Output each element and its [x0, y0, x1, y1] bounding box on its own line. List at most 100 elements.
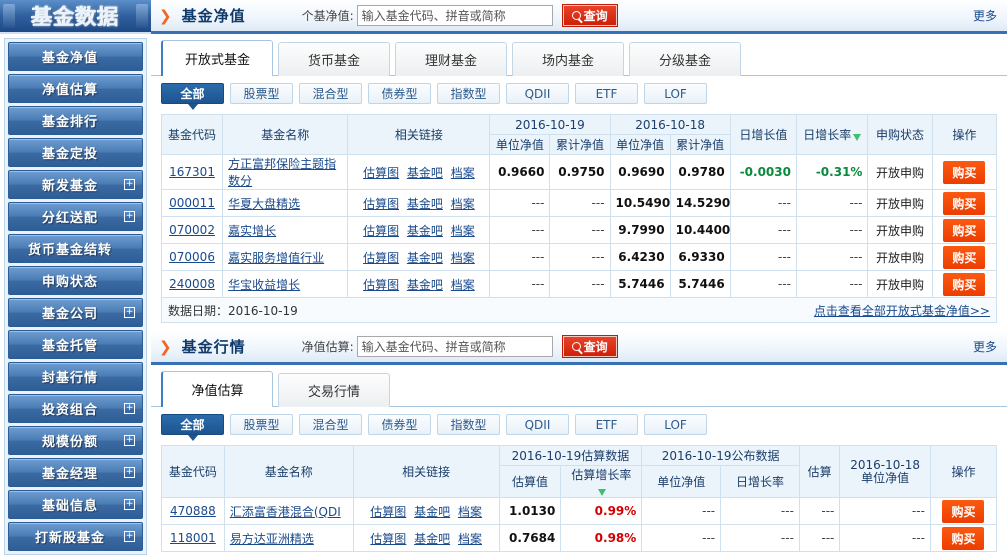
related-link-3[interactable]: 档案: [451, 166, 475, 180]
fund-name-link[interactable]: 汇添富香港混合(QDI: [230, 505, 341, 519]
subtab-2[interactable]: 股票型: [230, 414, 293, 435]
fund-code-link[interactable]: 000011: [169, 196, 215, 210]
th-acc-nav-b[interactable]: 累计净值: [669, 134, 731, 155]
related-link-2[interactable]: 基金吧: [407, 197, 443, 211]
related-link-2[interactable]: 基金吧: [407, 278, 443, 292]
th2-code[interactable]: 基金代码: [161, 445, 225, 498]
th-growth-rate[interactable]: 日增长率: [795, 114, 869, 155]
site-logo[interactable]: 基金数据: [0, 0, 151, 34]
sidebar-item-11[interactable]: 封基行情+: [8, 362, 143, 391]
fund-name-link[interactable]: 华夏大盘精选: [228, 197, 300, 211]
tab-2[interactable]: 交易行情: [278, 373, 390, 407]
th2-prev-nav[interactable]: 2016-10-18 单位净值: [839, 445, 931, 498]
subtab-5[interactable]: 指数型: [437, 83, 500, 104]
subtab-4[interactable]: 债券型: [368, 414, 431, 435]
sidebar-item-2[interactable]: 净值估算+: [8, 74, 143, 103]
related-link-1[interactable]: 估算图: [370, 532, 406, 546]
th2-unit-nav[interactable]: 单位净值: [641, 465, 722, 498]
fund-code-link[interactable]: 070006: [169, 250, 215, 264]
fund-code-link[interactable]: 240008: [169, 277, 215, 291]
tab-5[interactable]: 分级基金: [629, 42, 741, 76]
sidebar-item-6[interactable]: 分红送配 +: [8, 202, 143, 231]
sidebar-item-8[interactable]: 申购状态+: [8, 266, 143, 295]
related-link-1[interactable]: 估算图: [363, 278, 399, 292]
related-link-2[interactable]: 基金吧: [414, 505, 450, 519]
sort-descending-icon-2[interactable]: [598, 489, 607, 496]
view-all-link[interactable]: 点击查看全部开放式基金净值>>: [814, 302, 990, 319]
expand-plus-icon[interactable]: +: [124, 211, 135, 222]
fund-code-link[interactable]: 070002: [169, 223, 215, 237]
related-link-1[interactable]: 估算图: [363, 224, 399, 238]
related-link-3[interactable]: 档案: [451, 278, 475, 292]
th-name[interactable]: 基金名称: [222, 114, 349, 155]
fund-name-link[interactable]: 华宝收益增长: [228, 278, 300, 292]
fund-name-link[interactable]: 易方达亚洲精选: [230, 532, 314, 546]
th-unit-nav-a[interactable]: 单位净值: [489, 134, 551, 155]
subtab-1[interactable]: 全部: [161, 83, 224, 110]
fund-name-link[interactable]: 嘉实服务增值行业: [228, 251, 324, 265]
subtab-8[interactable]: LOF: [644, 414, 707, 435]
buy-button[interactable]: 购买: [942, 499, 985, 523]
subtab-6[interactable]: QDII: [506, 83, 569, 104]
subtab-3[interactable]: 混合型: [299, 83, 362, 104]
expand-plus-icon[interactable]: +: [124, 467, 135, 478]
related-link-2[interactable]: 基金吧: [407, 166, 443, 180]
sidebar-item-10[interactable]: 基金托管+: [8, 330, 143, 359]
subtab-7[interactable]: ETF: [575, 83, 638, 104]
search-button-2[interactable]: 查询: [561, 335, 618, 358]
expand-plus-icon[interactable]: +: [124, 531, 135, 542]
subtab-8[interactable]: LOF: [644, 83, 707, 104]
sidebar-item-4[interactable]: 基金定投+: [8, 138, 143, 167]
subtab-7[interactable]: ETF: [575, 414, 638, 435]
related-link-1[interactable]: 估算图: [370, 505, 406, 519]
buy-button[interactable]: 购买: [943, 191, 986, 215]
sidebar-item-12[interactable]: 投资组合 +: [8, 394, 143, 423]
sidebar-item-14[interactable]: 基金经理 +: [8, 458, 143, 487]
search-input-2[interactable]: [356, 336, 553, 357]
related-link-1[interactable]: 估算图: [363, 166, 399, 180]
th-code[interactable]: 基金代码: [160, 114, 224, 155]
related-link-3[interactable]: 档案: [458, 505, 482, 519]
sidebar-item-1[interactable]: 基金净值+: [8, 42, 143, 71]
subtab-5[interactable]: 指数型: [437, 414, 500, 435]
subtab-6[interactable]: QDII: [506, 414, 569, 435]
related-link-2[interactable]: 基金吧: [414, 532, 450, 546]
expand-plus-icon[interactable]: +: [124, 307, 135, 318]
sidebar-item-5[interactable]: 新发基金 +: [8, 170, 143, 199]
buy-button[interactable]: 购买: [943, 160, 986, 184]
sidebar-item-15[interactable]: 基础信息 +: [8, 490, 143, 519]
subtab-4[interactable]: 债券型: [368, 83, 431, 104]
buy-button[interactable]: 购买: [943, 245, 986, 269]
tab-4[interactable]: 场内基金: [512, 42, 624, 76]
th-growth-value[interactable]: 日增长值: [729, 114, 797, 155]
th2-est-rate[interactable]: 估算增长率: [560, 465, 643, 498]
subtab-1[interactable]: 全部: [161, 414, 224, 441]
tab-1[interactable]: 净值估算: [161, 371, 273, 407]
buy-button[interactable]: 购买: [942, 526, 985, 550]
fund-name-link[interactable]: 方正富邦保险主题指数分: [228, 157, 336, 188]
related-link-1[interactable]: 估算图: [363, 251, 399, 265]
th-unit-nav-b[interactable]: 单位净值: [609, 134, 671, 155]
search-input[interactable]: [356, 5, 553, 26]
th-acc-nav-a[interactable]: 累计净值: [549, 134, 611, 155]
search-button[interactable]: 查询: [561, 4, 618, 27]
sidebar-item-7[interactable]: 货币基金结转+: [8, 234, 143, 263]
th2-name[interactable]: 基金名称: [223, 445, 354, 498]
th2-day-rate[interactable]: 日增长率: [720, 465, 800, 498]
sort-descending-icon[interactable]: [853, 134, 862, 141]
expand-plus-icon[interactable]: +: [124, 435, 135, 446]
fund-code-link[interactable]: 167301: [169, 165, 215, 179]
related-link-3[interactable]: 档案: [458, 532, 482, 546]
th2-est-value[interactable]: 估算值: [498, 465, 562, 498]
fund-name-link[interactable]: 嘉实增长: [228, 224, 276, 238]
subtab-2[interactable]: 股票型: [230, 83, 293, 104]
tab-2[interactable]: 货币基金: [278, 42, 390, 76]
related-link-2[interactable]: 基金吧: [407, 224, 443, 238]
th2-est[interactable]: 估算: [798, 445, 841, 498]
subtab-3[interactable]: 混合型: [299, 414, 362, 435]
related-link-3[interactable]: 档案: [451, 224, 475, 238]
expand-plus-icon[interactable]: +: [124, 499, 135, 510]
related-link-3[interactable]: 档案: [451, 251, 475, 265]
expand-plus-icon[interactable]: +: [124, 179, 135, 190]
tab-1[interactable]: 开放式基金: [161, 40, 273, 76]
